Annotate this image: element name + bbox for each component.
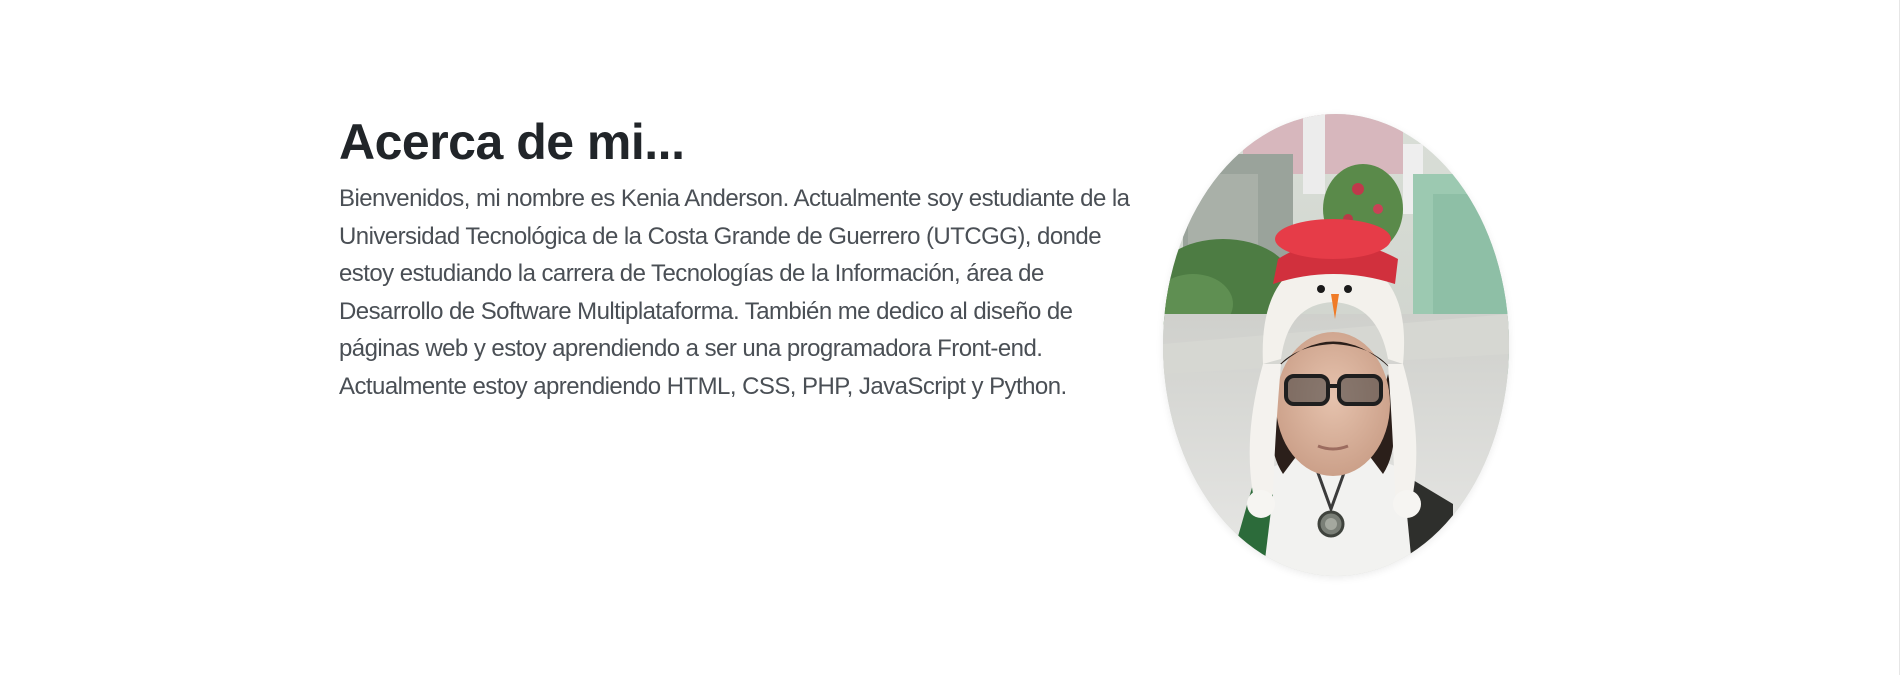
profile-photo-illustration [1163,114,1509,576]
about-description: Bienvenidos, mi nombre es Kenia Anderson… [339,185,1130,400]
about-page: Acerca de mi... Bienvenidos, mi nombre e… [0,0,1900,675]
about-title: Acerca de mi... [339,114,685,170]
profile-photo [1163,114,1509,576]
about-section: Acerca de mi... Bienvenidos, mi nombre e… [339,112,1139,405]
